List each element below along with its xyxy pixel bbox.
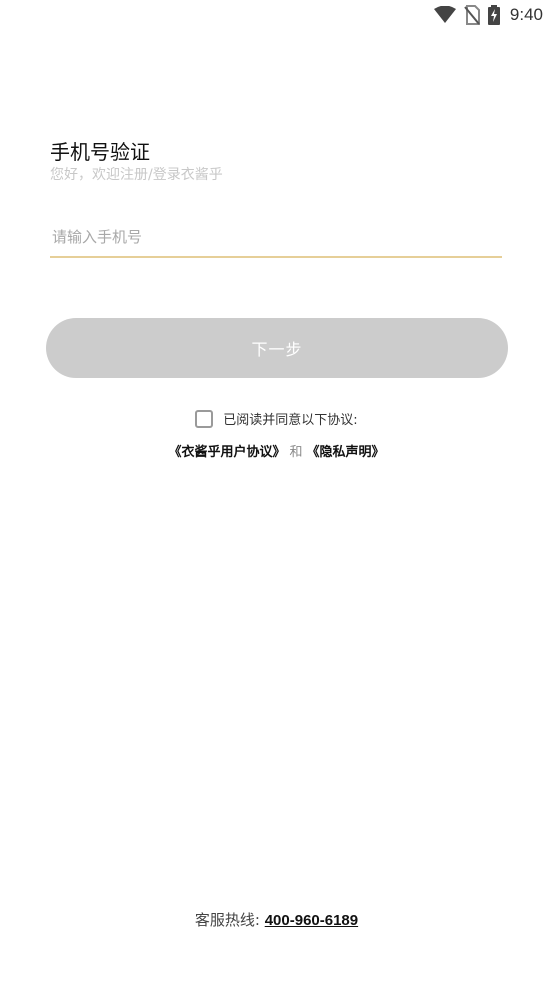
agreement-row: 已阅读并同意以下协议: [0,409,553,428]
privacy-link[interactable]: 《隐私声明》 [307,445,385,460]
agreement-prompt: 已阅读并同意以下协议: [223,413,358,428]
hotline-label: 客服热线: [194,911,260,929]
user-agreement-link[interactable]: 《衣酱乎用户协议》 [168,445,285,460]
agreement-checkbox[interactable] [195,409,214,428]
phone-field [50,222,504,258]
no-sim-icon [464,5,480,25]
agreement-links: 《衣酱乎用户协议》和《隐私声明》 [0,441,553,460]
customer-hotline: 客服热线: 400-960-6189 [0,909,553,930]
battery-charging-icon [487,5,500,25]
next-button[interactable]: 下一步 [46,318,508,378]
status-bar: 9:40 [0,0,553,30]
hotline-number-link[interactable]: 400-960-6189 [265,912,358,929]
page-title: 手机号验证 [50,140,150,164]
phone-input[interactable] [50,222,504,252]
status-time: 9:40 [509,5,543,24]
wifi-icon [433,6,456,24]
page-subtitle: 您好，欢迎注册/登录衣酱乎 [50,167,223,183]
agreement-and-text: 和 [289,445,303,460]
